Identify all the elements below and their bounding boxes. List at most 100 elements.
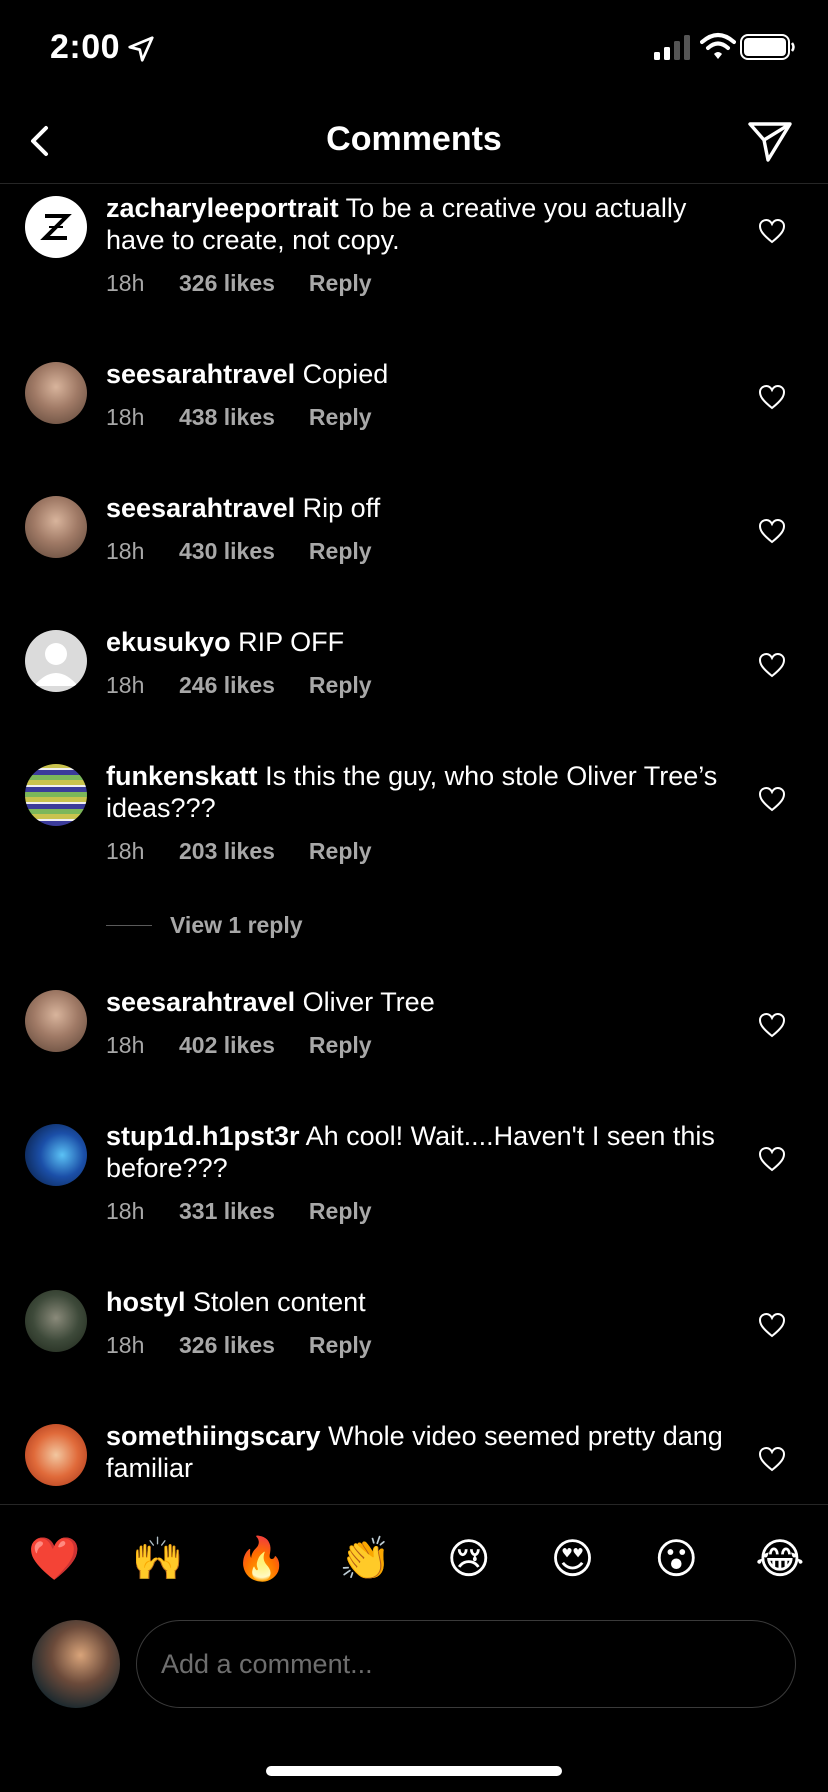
wifi-icon (700, 33, 736, 59)
heart-icon[interactable] (758, 1312, 786, 1338)
comments-list[interactable]: zacharyleeportrait To be a creative you … (0, 184, 828, 1504)
comment-likes[interactable]: 246 likes (179, 672, 275, 699)
comment-body: seesarahtravel Copied (106, 358, 726, 390)
heart-icon[interactable] (758, 652, 786, 678)
comment-time: 18h (106, 538, 145, 564)
comment-username[interactable]: seesarahtravel (106, 359, 295, 389)
comment-time: 18h (106, 838, 145, 864)
avatar[interactable] (25, 496, 87, 558)
emoji-clapping-button[interactable]: 👏 (339, 1535, 391, 1583)
location-arrow-icon (128, 36, 154, 62)
current-user-avatar (32, 1620, 120, 1708)
emoji-laughing-button[interactable]: 😂 (754, 1535, 806, 1583)
comment-meta: 18h 438 likes Reply (106, 404, 372, 431)
avatar[interactable] (25, 1424, 87, 1486)
battery-icon (740, 34, 795, 60)
comment-likes[interactable]: 326 likes (179, 1332, 275, 1359)
status-bar: 2:00 (0, 0, 828, 100)
emoji-crying-button[interactable]: 😢 (443, 1535, 495, 1583)
emoji-heart-eyes-button[interactable]: 😍 (547, 1535, 599, 1583)
comment-composer (0, 1612, 828, 1712)
comment-text: RIP OFF (238, 627, 345, 657)
comment-text: Stolen content (193, 1287, 366, 1317)
heart-icon[interactable] (758, 1446, 786, 1472)
heart-icon[interactable] (758, 384, 786, 410)
avatar[interactable] (25, 1124, 87, 1186)
comment-body: seesarahtravel Oliver Tree (106, 986, 726, 1018)
paper-plane-icon[interactable] (746, 118, 794, 164)
comment-body: hostyl Stolen content (106, 1286, 726, 1318)
comment-time: 18h (106, 1198, 145, 1224)
comment-time: 18h (106, 1032, 145, 1058)
avatar[interactable] (25, 990, 87, 1052)
reply-button[interactable]: Reply (309, 1198, 372, 1225)
reply-button[interactable]: Reply (309, 1332, 372, 1359)
comment-username[interactable]: seesarahtravel (106, 493, 295, 523)
reply-button[interactable]: Reply (309, 404, 372, 431)
comment-meta: 18h 203 likes Reply (106, 838, 372, 865)
reply-button[interactable]: Reply (309, 838, 372, 865)
emoji-fire-button[interactable]: 🔥 (235, 1535, 287, 1583)
comment-username[interactable]: zacharyleeportrait (106, 193, 339, 223)
comment-username[interactable]: ekusukyo (106, 627, 231, 657)
view-replies-label: View 1 reply (170, 912, 303, 938)
comment-likes[interactable]: 326 likes (179, 270, 275, 297)
heart-icon[interactable] (758, 518, 786, 544)
emoji-quick-reaction-bar: ❤️ 🙌 🔥 👏 😢 😍 😮 😂 (0, 1504, 828, 1612)
default-avatar[interactable] (25, 630, 87, 692)
comment-time: 18h (106, 672, 145, 698)
comment-time: 18h (106, 404, 145, 430)
comment-username[interactable]: seesarahtravel (106, 987, 295, 1017)
comment-likes[interactable]: 402 likes (179, 1032, 275, 1059)
comment-meta: 18h 326 likes Reply (106, 270, 372, 297)
view-replies-button[interactable]: View 1 reply (106, 912, 303, 939)
comment-body: seesarahtravel Rip off (106, 492, 726, 524)
heart-icon[interactable] (758, 1012, 786, 1038)
comment-meta: 18h 246 likes Reply (106, 672, 372, 699)
person-silhouette-icon (34, 643, 78, 686)
comment-body: funkenskatt Is this the guy, who stole O… (106, 760, 726, 824)
comment-likes[interactable]: 203 likes (179, 838, 275, 865)
heart-icon[interactable] (758, 218, 786, 244)
emoji-heart-button[interactable]: ❤️ (28, 1535, 80, 1583)
home-indicator[interactable] (266, 1766, 562, 1776)
comment-meta: 18h 331 likes Reply (106, 1198, 372, 1225)
comment-username[interactable]: somethiingscary (106, 1421, 321, 1451)
comment-likes[interactable]: 438 likes (179, 404, 275, 431)
comment-meta: 18h 402 likes Reply (106, 1032, 372, 1059)
comment-likes[interactable]: 430 likes (179, 538, 275, 565)
reply-button[interactable]: Reply (309, 270, 372, 297)
comment-text: Oliver Tree (302, 987, 435, 1017)
comment-text: Rip off (302, 493, 381, 523)
comment-username[interactable]: stup1d.h1pst3r (106, 1121, 300, 1151)
z-logo-icon (40, 214, 72, 240)
status-time: 2:00 (50, 28, 121, 66)
emoji-raised-hands-button[interactable]: 🙌 (132, 1535, 184, 1583)
comment-body: ekusukyo RIP OFF (106, 626, 726, 658)
comment-body: zacharyleeportrait To be a creative you … (106, 192, 726, 256)
reply-button[interactable]: Reply (309, 1032, 372, 1059)
emoji-surprised-button[interactable]: 😮 (650, 1535, 702, 1583)
comment-body: stup1d.h1pst3r Ah cool! Wait....Haven't … (106, 1120, 726, 1184)
header: Comments (0, 100, 828, 184)
comment-likes[interactable]: 331 likes (179, 1198, 275, 1225)
comment-input[interactable] (136, 1620, 796, 1708)
avatar[interactable] (25, 1290, 87, 1352)
comment-meta: 18h 326 likes Reply (106, 1332, 372, 1359)
comment-username[interactable]: hostyl (106, 1287, 186, 1317)
avatar[interactable] (25, 362, 87, 424)
comment-username[interactable]: funkenskatt (106, 761, 258, 791)
cellular-signal-icon (654, 35, 690, 60)
comment-time: 18h (106, 270, 145, 296)
avatar[interactable] (25, 764, 87, 826)
reply-button[interactable]: Reply (309, 538, 372, 565)
heart-icon[interactable] (758, 786, 786, 812)
divider-line (106, 925, 152, 926)
comment-meta: 18h 430 likes Reply (106, 538, 372, 565)
comment-body: somethiingscary Whole video seemed prett… (106, 1420, 726, 1484)
comment-text: Copied (302, 359, 389, 389)
page-title: Comments (326, 120, 502, 158)
avatar[interactable] (25, 196, 87, 258)
reply-button[interactable]: Reply (309, 672, 372, 699)
heart-icon[interactable] (758, 1146, 786, 1172)
